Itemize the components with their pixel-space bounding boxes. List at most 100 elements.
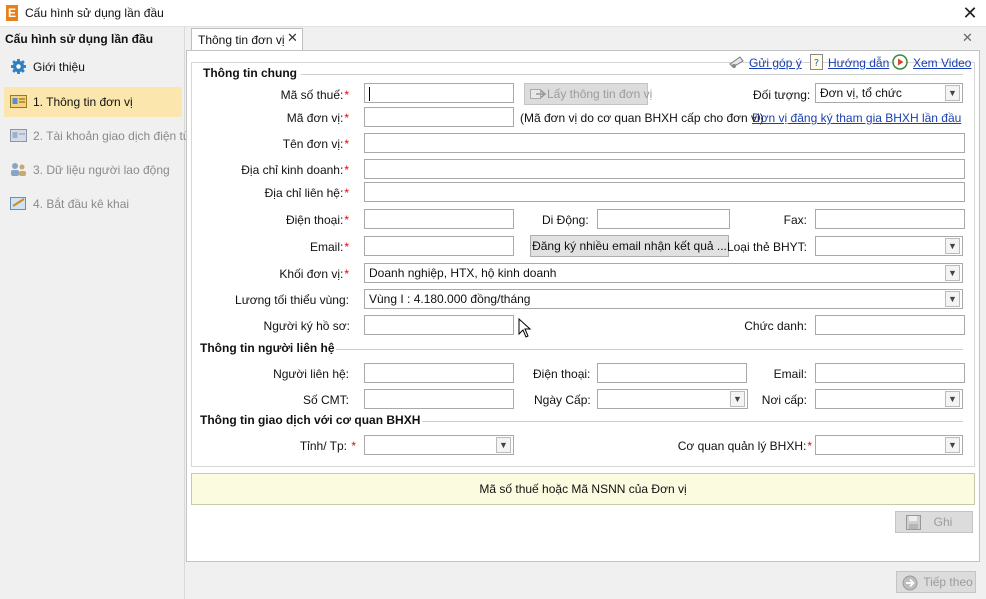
register-first-time-link[interactable]: Đơn vị đăng ký tham gia BHXH lần đầu bbox=[752, 111, 961, 125]
section-divider bbox=[301, 74, 963, 75]
contact-phone-label: Điện thoại: bbox=[533, 367, 591, 381]
sidebar-item-unit-info[interactable]: 1. Thông tin đơn vị bbox=[4, 87, 182, 117]
min-wage-label: Lương tối thiểu vùng: bbox=[235, 293, 349, 307]
unit-code-note: (Mã đơn vị do cơ quan BHXH cấp cho đơn v… bbox=[520, 111, 764, 125]
id-number-input[interactable] bbox=[364, 389, 514, 409]
account-card-icon bbox=[10, 129, 27, 142]
issue-date-label: Ngày Cấp: bbox=[534, 393, 591, 407]
text-caret bbox=[369, 87, 370, 101]
section-divider bbox=[336, 349, 963, 350]
save-label: Ghi bbox=[933, 515, 953, 529]
sidebar-item-e-account[interactable]: 2. Tài khoản giao dịch điện tử bbox=[4, 121, 191, 151]
sidebar-item-intro[interactable]: Giới thiệu bbox=[4, 52, 182, 82]
chevron-down-icon: ▼ bbox=[496, 437, 511, 453]
bhyt-card-select[interactable]: ▼ bbox=[815, 236, 963, 256]
contact-address-input[interactable] bbox=[364, 182, 965, 202]
chevron-down-icon: ▼ bbox=[730, 391, 745, 407]
phone-label: Điện thoại:* bbox=[285, 213, 349, 227]
chevron-down-icon: ▼ bbox=[945, 437, 960, 453]
unit-name-input[interactable] bbox=[364, 133, 965, 153]
sidebar-item-employee-data[interactable]: 3. Dữ liệu người lao động bbox=[4, 155, 182, 185]
edit-form-icon bbox=[10, 197, 26, 210]
unit-block-select[interactable]: Doanh nghiệp, HTX, hộ kinh doanh ▼ bbox=[364, 263, 963, 283]
bhxh-agency-label: Cơ quan quản lý BHXH:* bbox=[677, 439, 812, 453]
issue-place-select[interactable]: ▼ bbox=[815, 389, 963, 409]
sidebar-item-label: 1. Thông tin đơn vị bbox=[33, 95, 133, 109]
contact-phone-input[interactable] bbox=[597, 363, 747, 383]
gear-icon bbox=[11, 59, 26, 74]
sidebar-item-label: 3. Dữ liệu người lao động bbox=[33, 163, 170, 177]
section-title-general: Thông tin chung bbox=[203, 66, 297, 80]
chevron-down-icon: ▼ bbox=[945, 391, 960, 407]
fax-label: Fax: bbox=[783, 213, 807, 227]
id-card-icon bbox=[10, 95, 27, 108]
fetch-unit-info-label: Lấy thông tin đơn vị bbox=[547, 87, 653, 101]
position-label: Chức danh: bbox=[744, 319, 807, 333]
sidebar-title: Cấu hình sử dụng lần đầu bbox=[5, 32, 154, 46]
signer-input[interactable] bbox=[364, 315, 514, 335]
sidebar-item-label: 4. Bắt đầu kê khai bbox=[33, 197, 130, 211]
object-select-value: Đơn vị, tổ chức bbox=[820, 86, 902, 100]
chevron-down-icon: ▼ bbox=[945, 85, 960, 101]
unit-code-label: Mã đơn vị:* bbox=[286, 111, 349, 125]
next-button[interactable]: Tiếp theo bbox=[896, 571, 976, 593]
position-input[interactable] bbox=[815, 315, 965, 335]
min-wage-value: Vùng I : 4.180.000 đồng/tháng bbox=[369, 292, 531, 306]
contact-person-input[interactable] bbox=[364, 363, 514, 383]
phone-input[interactable] bbox=[364, 209, 514, 229]
sidebar-item-label: Giới thiệu bbox=[33, 60, 85, 74]
signer-label: Người ký hồ sơ: bbox=[263, 319, 350, 333]
section-title-contact: Thông tin người liên hệ bbox=[200, 341, 335, 355]
bhxh-agency-select[interactable]: ▼ bbox=[815, 435, 963, 455]
contact-person-label: Người liên hệ: bbox=[273, 367, 349, 381]
tab-close-icon[interactable]: ✕ bbox=[287, 30, 298, 46]
tax-code-input[interactable] bbox=[364, 83, 514, 103]
chevron-down-icon: ▼ bbox=[945, 291, 960, 307]
app-logo-icon: E bbox=[6, 5, 18, 21]
guide-link[interactable]: Hướng dẫn bbox=[828, 56, 889, 70]
svg-text:?: ? bbox=[814, 58, 819, 69]
chevron-down-icon: ▼ bbox=[945, 265, 960, 281]
issue-date-picker[interactable]: ▼ bbox=[597, 389, 748, 409]
feedback-link[interactable]: Gửi góp ý bbox=[749, 56, 802, 70]
floppy-disk-icon bbox=[906, 515, 921, 530]
sidebar: Cấu hình sử dụng lần đầu Giới thiệu 1. T… bbox=[0, 27, 191, 599]
email-label: Email:* bbox=[309, 240, 349, 254]
contact-address-label: Địa chỉ liên hệ:* bbox=[264, 186, 349, 200]
object-select[interactable]: Đơn vị, tổ chức ▼ bbox=[815, 83, 963, 103]
email-input[interactable] bbox=[364, 236, 514, 256]
section-title-bhxh: Thông tin giao dịch với cơ quan BHXH bbox=[200, 413, 421, 427]
fax-input[interactable] bbox=[815, 209, 965, 229]
sidebar-item-label: 2. Tài khoản giao dịch điện tử bbox=[33, 129, 191, 143]
unit-code-input[interactable] bbox=[364, 107, 514, 127]
save-button[interactable]: Ghi bbox=[895, 511, 973, 533]
unit-block-label: Khối đơn vị:* bbox=[279, 267, 349, 281]
tab-label: Thông tin đơn vị bbox=[198, 33, 285, 47]
people-icon bbox=[11, 163, 26, 176]
window-close-icon[interactable]: ✕ bbox=[958, 2, 982, 24]
sidebar-item-start-declare[interactable]: 4. Bắt đầu kê khai bbox=[4, 189, 182, 219]
id-number-label: Số CMT: bbox=[302, 393, 349, 407]
help-document-icon: ? bbox=[810, 54, 823, 70]
bhyt-card-label: Loại thẻ BHYT: bbox=[726, 240, 807, 254]
panel-close-icon[interactable]: ✕ bbox=[962, 30, 973, 46]
video-link[interactable]: Xem Video bbox=[913, 56, 971, 70]
register-emails-button[interactable]: Đăng ký nhiều email nhận kết quả ... bbox=[530, 235, 729, 257]
business-address-label: Địa chỉ kinh doanh:* bbox=[241, 163, 349, 177]
chevron-down-icon: ▼ bbox=[945, 238, 960, 254]
contact-email-input[interactable] bbox=[815, 363, 965, 383]
mobile-label: Di Động: bbox=[542, 213, 589, 227]
field-hint-bar: Mã số thuế hoặc Mã NSNN của Đơn vị bbox=[191, 473, 975, 505]
fetch-arrow-icon bbox=[530, 89, 546, 99]
mobile-input[interactable] bbox=[597, 209, 730, 229]
business-address-input[interactable] bbox=[364, 159, 965, 179]
object-label: Đối tượng: bbox=[753, 88, 811, 102]
window-title: Cấu hình sử dụng lần đầu bbox=[25, 6, 164, 20]
next-label: Tiếp theo bbox=[923, 575, 973, 589]
unit-block-value: Doanh nghiệp, HTX, hộ kinh doanh bbox=[369, 266, 557, 280]
fetch-unit-info-button[interactable]: Lấy thông tin đơn vị bbox=[524, 83, 652, 105]
section-divider bbox=[422, 421, 963, 422]
province-select[interactable]: ▼ bbox=[364, 435, 514, 455]
min-wage-select[interactable]: Vùng I : 4.180.000 đồng/tháng ▼ bbox=[364, 289, 963, 309]
province-label: Tỉnh/ Tp: * bbox=[299, 439, 356, 453]
